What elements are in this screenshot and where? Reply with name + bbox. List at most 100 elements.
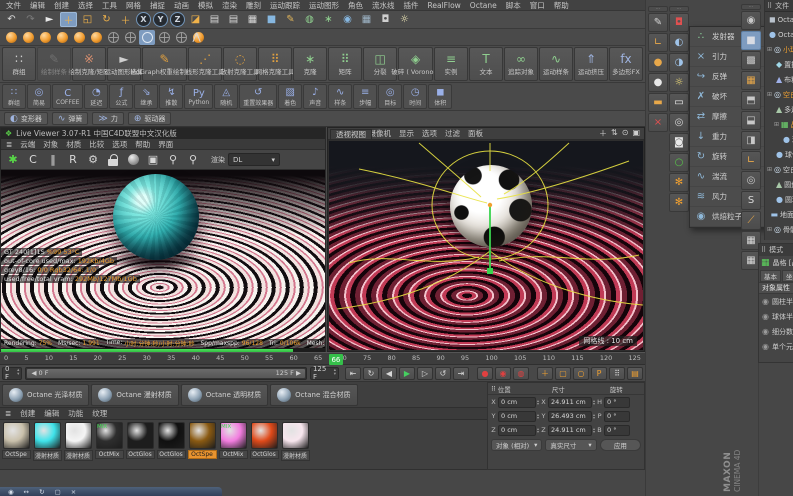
- deformer-button[interactable]: ≫力: [92, 112, 123, 125]
- effector-button[interactable]: PyPython: [184, 84, 213, 109]
- object-tree-row[interactable]: ⊞ ▦ 晶格: [765, 117, 793, 132]
- ring-light-icon[interactable]: ◎: [669, 113, 689, 132]
- mograph-tool-button[interactable]: fx多边形FX: [609, 47, 643, 81]
- attribute-property-row[interactable]: ◉ 球体半径: [759, 309, 793, 324]
- mograph-tool-button[interactable]: ⠿网格克隆工具: [258, 47, 292, 81]
- menu-item[interactable]: Octane: [470, 1, 497, 10]
- mouse-icon[interactable]: ◎: [741, 171, 761, 190]
- sphere-wire-icon[interactable]: [122, 30, 138, 45]
- sphere-orange-icon[interactable]: [37, 30, 53, 45]
- globe-icon[interactable]: ◉: [8, 488, 14, 496]
- globe-wire-icon[interactable]: [139, 30, 155, 45]
- expander-icon[interactable]: ⊞: [767, 166, 772, 173]
- size-z-field[interactable]: 24.911 cm: [548, 425, 592, 436]
- object-tree-row[interactable]: ● 圆环: [765, 192, 793, 207]
- mograph-tool-button[interactable]: ∿运动样条: [539, 47, 573, 81]
- mograph-tool-button[interactable]: ✎绘制样条: [37, 47, 71, 81]
- mograph-tool-button[interactable]: ⋰线形克隆工具: [188, 47, 222, 81]
- material-swatch[interactable]: OctGlos: [125, 422, 155, 461]
- spline-corner-icon[interactable]: ∟: [741, 151, 761, 170]
- menu-item[interactable]: 模拟: [198, 0, 213, 11]
- apply-button[interactable]: 应用: [600, 439, 641, 451]
- material-swatch[interactable]: 漫射材质: [280, 422, 310, 461]
- redo-icon[interactable]: ↷: [22, 12, 39, 27]
- effector-button[interactable]: ▧着色: [278, 84, 302, 109]
- menu-item[interactable]: 窗口: [530, 0, 545, 11]
- attribute-property-row[interactable]: ◉ 圆柱半径: [759, 294, 793, 309]
- lock-z-axis-icon[interactable]: Z: [170, 12, 185, 27]
- timeline-icon[interactable]: ▤: [627, 367, 643, 380]
- close-icon[interactable]: ×: [71, 488, 76, 496]
- mograph-tool-button[interactable]: ◫分裂: [363, 47, 397, 81]
- frame-range-slider[interactable]: ◀ 0 F 125 F ▶: [25, 367, 307, 380]
- pick-object-icon[interactable]: ⚲: [185, 152, 201, 168]
- live-select-icon[interactable]: ►: [41, 12, 58, 27]
- menu-item[interactable]: 编辑: [30, 0, 45, 11]
- prev-frame-icon[interactable]: ◀: [381, 367, 397, 380]
- viewport-view-label[interactable]: 透视视图: [330, 129, 372, 140]
- camera-icon[interactable]: ◘: [377, 12, 394, 27]
- target-light-icon[interactable]: ◐: [669, 33, 689, 52]
- attribute-property-row[interactable]: ◉ 细分数 . .: [759, 324, 793, 339]
- octane-material-button[interactable]: Octane 光泽材质: [2, 384, 89, 406]
- sphere-orange-icon[interactable]: [71, 30, 87, 45]
- sculpt-icon[interactable]: S: [741, 191, 761, 210]
- sphere-wire-icon[interactable]: [156, 30, 172, 45]
- effector-button[interactable]: CCOFFEE: [52, 84, 83, 109]
- mograph-tool-button[interactable]: ∞追踪对象: [504, 47, 538, 81]
- cube-textured-icon[interactable]: ▩: [741, 51, 761, 70]
- size-y-field[interactable]: 26.493 cm: [548, 411, 592, 422]
- sphere-wire-icon[interactable]: [105, 30, 121, 45]
- attribute-tab[interactable]: 基本: [760, 270, 781, 282]
- goto-end-icon[interactable]: ⇥: [453, 367, 469, 380]
- end-frame-field[interactable]: 125 F ▴▾: [310, 367, 339, 380]
- render-view-icon[interactable]: ▤: [206, 12, 223, 27]
- render-picture-viewer-icon[interactable]: ▤: [225, 12, 242, 27]
- material-swatch[interactable]: 漫射材质: [32, 422, 62, 461]
- lock-resolution-icon[interactable]: [105, 152, 121, 168]
- panel-grip-icon[interactable]: ⠿: [761, 246, 766, 254]
- spline-pen-icon[interactable]: ✎: [648, 13, 668, 32]
- viewport-menu-item[interactable]: 显示: [399, 128, 414, 139]
- palette-handle[interactable]: ⋯: [741, 4, 761, 10]
- render-ball-icon[interactable]: [125, 152, 141, 168]
- light-icon[interactable]: ☼: [396, 12, 413, 27]
- menu-grip-icon[interactable]: ≣: [6, 140, 12, 149]
- menu-item[interactable]: 脚本: [506, 0, 521, 11]
- pen-icon[interactable]: ✎: [282, 12, 299, 27]
- object-tree-row[interactable]: ▲ 布料: [765, 72, 793, 87]
- material-swatch[interactable]: OctMix: [94, 422, 124, 461]
- primitive-cube-icon[interactable]: ■: [263, 12, 280, 27]
- object-tree-row[interactable]: ◆ 置换: [765, 57, 793, 72]
- loop-icon[interactable]: ↻: [363, 367, 379, 380]
- mograph-tool-button[interactable]: ✎MoGraph权重绘制画笔: [142, 47, 187, 81]
- cube-c-icon[interactable]: ◨: [741, 131, 761, 150]
- coord-mode-dropdown[interactable]: 对象 (相对)▾: [491, 439, 542, 451]
- pos-z-field[interactable]: 0 cm: [498, 425, 536, 436]
- brush-icon[interactable]: ⟋: [741, 211, 761, 230]
- octane-material-button[interactable]: Octane 透明材质: [181, 384, 268, 406]
- region-render-icon[interactable]: R: [65, 152, 81, 168]
- material-menu-item[interactable]: 编辑: [44, 408, 59, 419]
- lock-x-axis-icon[interactable]: X: [136, 12, 151, 27]
- effector-button[interactable]: ↺重置效果器: [239, 84, 277, 109]
- cube-a-icon[interactable]: ⬒: [741, 91, 761, 110]
- record-keyframe-icon[interactable]: ●: [477, 367, 493, 380]
- object-tree-row[interactable]: ● 球体: [765, 132, 793, 147]
- panel-grip-icon[interactable]: ⠿: [491, 385, 496, 393]
- timeline-ruler[interactable]: 0510152025303540455055606570758085909510…: [0, 352, 645, 365]
- undo-icon[interactable]: ↶: [3, 12, 20, 27]
- timeline-playhead[interactable]: 66: [329, 354, 343, 365]
- pick-material-icon[interactable]: ⚲: [165, 152, 181, 168]
- expander-icon[interactable]: ⊞: [774, 121, 779, 128]
- toggle-view-icon[interactable]: ▣: [632, 128, 640, 139]
- octane-material-button[interactable]: Octane 混合材质: [270, 384, 357, 406]
- simulation-ball-icon[interactable]: ◉: [741, 11, 761, 30]
- sun-light-icon[interactable]: ☼: [669, 73, 689, 92]
- sphere-orange-icon[interactable]: [20, 30, 36, 45]
- viewport-menu-item[interactable]: 选项: [422, 128, 437, 139]
- object-manager-menu[interactable]: 文件: [775, 1, 789, 11]
- array-icon[interactable]: ∗: [320, 12, 337, 27]
- mograph-tool-button[interactable]: ►运动图形选集: [107, 47, 141, 81]
- mograph-tool-button[interactable]: ⠿矩阵: [328, 47, 362, 81]
